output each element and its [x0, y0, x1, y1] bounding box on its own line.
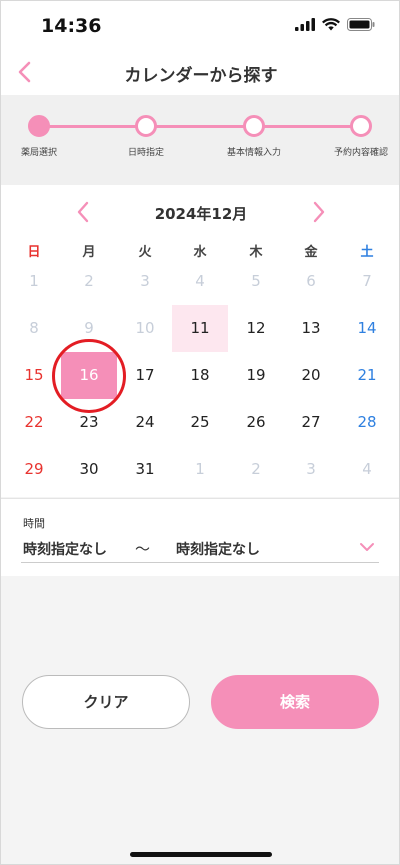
header: カレンダーから探す	[1, 49, 399, 95]
day-cell[interactable]: 19	[228, 352, 284, 399]
day-cell: 9	[84, 319, 94, 337]
day-cell[interactable]: 21	[339, 352, 395, 399]
calendar: 2024年12月 日 月 火 水 木 金 土 1 2 3 4 5 6 7 8 9…	[1, 185, 399, 497]
day-cell: 4	[195, 272, 205, 290]
page-title: カレンダーから探す	[124, 66, 278, 86]
day-cell[interactable]: 30	[61, 446, 117, 493]
search-button[interactable]: 検索	[211, 675, 379, 729]
status-icons	[295, 18, 375, 31]
calendar-month: 2024年12月	[154, 205, 248, 223]
step-dot-3	[243, 115, 265, 137]
day-cell[interactable]: 14	[339, 305, 395, 352]
day-cell[interactable]: 24	[117, 399, 173, 446]
day-cell[interactable]: 28	[339, 399, 395, 446]
time-separator: 〜	[135, 540, 151, 558]
day-cell: 10	[135, 319, 155, 337]
day-cell: 2	[84, 272, 94, 290]
day-cell[interactable]: 13	[283, 305, 339, 352]
day-cell[interactable]: 29	[6, 446, 62, 493]
step-dot-2	[135, 115, 157, 137]
day-cell: 6	[306, 272, 316, 290]
time-section: 時間 時刻指定なし 〜 時刻指定なし	[1, 498, 399, 576]
day-cell: 5	[251, 272, 261, 290]
home-indicator	[130, 852, 272, 857]
day-cell[interactable]: 27	[283, 399, 339, 446]
day-cell: 3	[306, 460, 316, 478]
time-from-value: 時刻指定なし	[23, 542, 107, 558]
day-cell-today[interactable]: 11	[172, 305, 228, 352]
day-cell[interactable]: 12	[228, 305, 284, 352]
step-label-4: 予約内容確認	[334, 148, 389, 158]
time-label: 時間	[23, 517, 45, 530]
day-cell[interactable]: 25	[172, 399, 228, 446]
day-cell: 7	[362, 272, 372, 290]
stepper-line	[39, 125, 361, 128]
day-cell[interactable]: 15	[6, 352, 62, 399]
day-cell[interactable]: 20	[283, 352, 339, 399]
day-cell: 4	[362, 460, 372, 478]
day-cell: 1	[195, 460, 205, 478]
day-cell: 2	[251, 460, 261, 478]
wifi-icon	[322, 18, 340, 31]
day-cell[interactable]: 17	[117, 352, 173, 399]
step-label-3: 基本情報入力	[227, 148, 282, 158]
next-month-icon[interactable]	[309, 199, 329, 225]
step-dot-1	[28, 115, 50, 137]
step-label-1: 薬局選択	[21, 148, 58, 158]
day-cell: 3	[140, 272, 150, 290]
day-cell: 1	[29, 272, 39, 290]
day-cell-selected[interactable]: 16	[61, 352, 117, 399]
battery-icon	[347, 18, 375, 31]
step-label-2: 日時指定	[128, 148, 165, 158]
day-cell[interactable]: 22	[6, 399, 62, 446]
day-cell[interactable]: 23	[61, 399, 117, 446]
status-bar: 14:36	[1, 1, 399, 49]
signal-icon	[295, 18, 315, 31]
step-dot-4	[350, 115, 372, 137]
clear-button[interactable]: クリア	[22, 675, 190, 729]
time-to-value: 時刻指定なし	[176, 542, 260, 558]
progress-stepper: 薬局選択 日時指定 基本情報入力 予約内容確認	[1, 95, 399, 185]
day-cell: 8	[29, 319, 39, 337]
status-time: 14:36	[41, 15, 102, 37]
day-cell[interactable]: 26	[228, 399, 284, 446]
chevron-down-icon	[360, 543, 374, 551]
time-range-select[interactable]: 時刻指定なし 〜 時刻指定なし	[21, 537, 379, 563]
day-cell[interactable]: 31	[117, 446, 173, 493]
day-cell[interactable]: 18	[172, 352, 228, 399]
app-screen: 14:36 カレンダーから探す 薬局選択 日時指定 基本情報入力 予約内容確認 …	[0, 0, 400, 865]
